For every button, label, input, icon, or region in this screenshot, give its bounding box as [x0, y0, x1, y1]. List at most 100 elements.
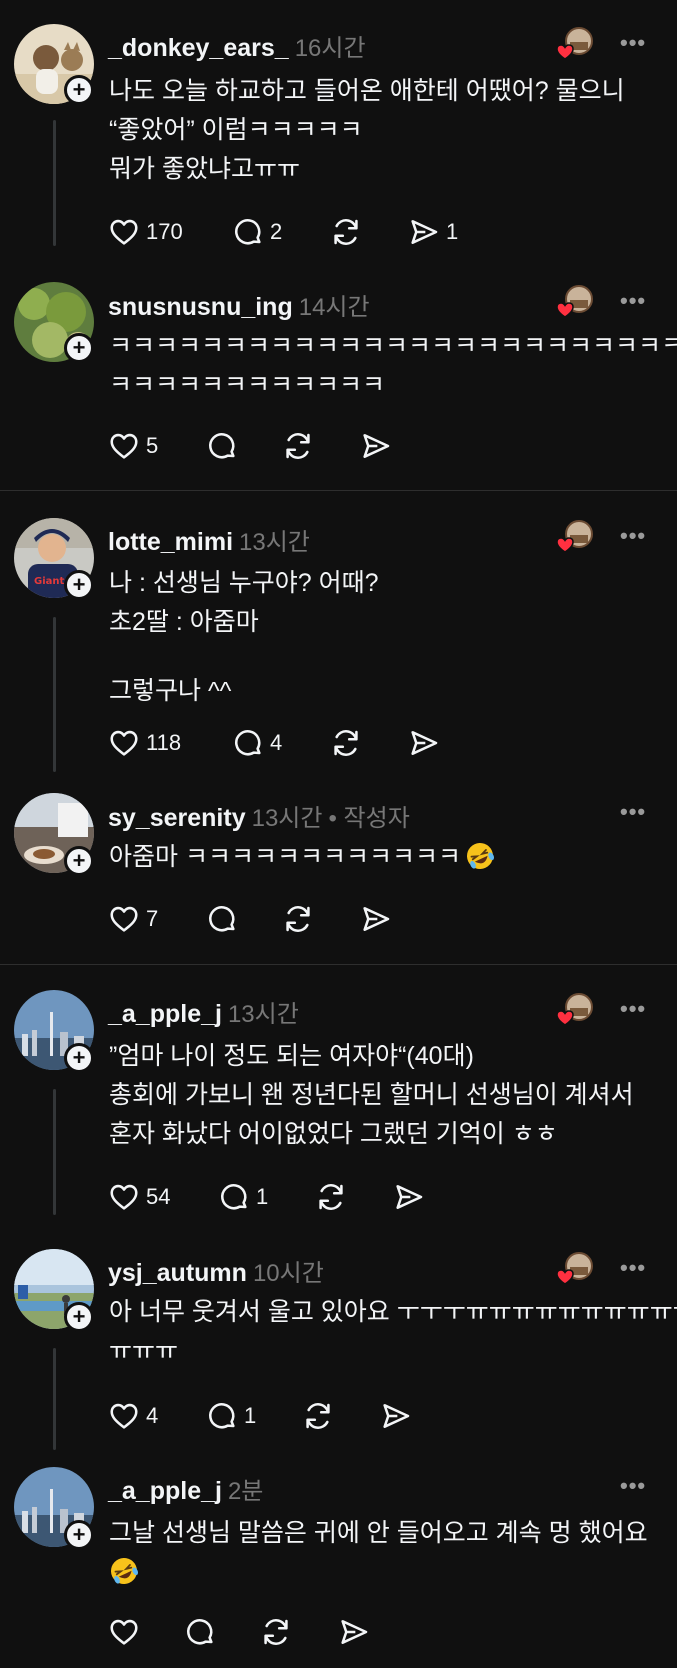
divider — [0, 964, 677, 965]
more-dots-icon[interactable]: ••• — [620, 288, 646, 314]
repost-button[interactable] — [315, 1177, 347, 1217]
post-text: 나 : 선생님 누구야? 어때? 초2딸 : 아줌마 그렇구나 ^^ — [109, 564, 649, 711]
repost-button[interactable] — [282, 426, 314, 466]
timestamp: 13시간 — [251, 805, 323, 832]
repost-button[interactable] — [330, 212, 362, 252]
repost-icon — [282, 430, 314, 462]
rofl-emoji-icon — [466, 843, 494, 869]
follow-plus-icon[interactable]: + — [64, 75, 94, 105]
repost-icon — [260, 1616, 292, 1648]
reply-button[interactable]: 1 — [206, 1396, 256, 1436]
reply-bubble-icon — [184, 1616, 216, 1648]
more-dots-icon[interactable]: ••• — [620, 30, 646, 56]
repost-icon — [330, 727, 362, 759]
reply-count: 4 — [270, 730, 283, 755]
post-text: 나도 오늘 하교하고 들어온 애한테 어땠어? 물으니 “좋았어” 이럼ㅋㅋㅋㅋ… — [109, 72, 649, 189]
text-line: 혼자 화났다 어이없었다 그랬던 기억이 ㅎㅎ — [109, 1120, 558, 1148]
repost-button[interactable] — [330, 723, 362, 763]
post-text: 아 너무 웃겨서 울고 있아요 ㅜㅜㅜㅠㅠㅠㅠㅠㅠㅠㅠㅠㅠ ㅠㅠㅠ — [109, 1293, 677, 1371]
share-count: 1 — [446, 219, 459, 244]
like-count: 5 — [146, 433, 159, 458]
text-line: ”엄마 나이 정도 되는 여자야“(40대) — [109, 1042, 474, 1070]
liked-by-author-icon — [556, 284, 594, 320]
share-icon — [360, 430, 392, 462]
like-button[interactable]: 4 — [108, 1396, 158, 1436]
rofl-emoji-icon — [111, 1558, 139, 1584]
username-row: lotte_mimi 13시간 — [108, 522, 310, 557]
share-button[interactable] — [408, 723, 440, 763]
username[interactable]: sy_serenity — [108, 804, 246, 832]
more-dots-icon[interactable]: ••• — [620, 1473, 646, 1499]
text-line: 초2딸 : 아줌마 — [109, 608, 259, 636]
username[interactable]: _donkey_ears_ — [108, 34, 289, 62]
reply-button[interactable]: 4 — [232, 723, 282, 763]
text-line-content: 아줌마 ㅋㅋㅋㅋㅋㅋㅋㅋㅋㅋㅋㅋ — [109, 843, 461, 871]
repost-icon — [302, 1400, 334, 1432]
like-count: 54 — [146, 1184, 171, 1209]
text-line — [109, 1553, 649, 1592]
liked-by-author-icon — [556, 26, 594, 62]
like-count: 170 — [146, 219, 183, 244]
text-line: 그날 선생님 말씀은 귀에 안 들어오고 계속 멍 했어요 — [109, 1519, 648, 1547]
share-button[interactable] — [360, 899, 392, 939]
username[interactable]: _a_pple_j — [108, 1477, 222, 1505]
username[interactable]: _a_pple_j — [108, 1000, 222, 1028]
follow-plus-icon[interactable]: + — [64, 846, 94, 876]
repost-button[interactable] — [260, 1612, 292, 1652]
username[interactable]: ysj_autumn — [108, 1259, 247, 1287]
reply-button[interactable]: 1 — [218, 1177, 268, 1217]
repost-icon — [330, 216, 362, 248]
username[interactable]: snusnusnu_ing — [108, 293, 293, 321]
liked-by-author-icon — [556, 1251, 594, 1287]
more-dots-icon[interactable]: ••• — [620, 523, 646, 549]
reply-button[interactable] — [184, 1612, 216, 1652]
like-button[interactable]: 54 — [108, 1177, 170, 1217]
more-dots-icon[interactable]: ••• — [620, 1255, 646, 1281]
thread-line — [53, 120, 56, 246]
reply-bubble-icon — [218, 1181, 250, 1213]
repost-button[interactable] — [302, 1396, 334, 1436]
follow-plus-icon[interactable]: + — [64, 1302, 94, 1332]
share-icon — [408, 727, 440, 759]
username-row: _a_pple_j 13시간 — [108, 994, 299, 1029]
follow-plus-icon[interactable]: + — [64, 1043, 94, 1073]
reply-button[interactable]: 2 — [232, 212, 282, 252]
follow-plus-icon[interactable]: + — [64, 1520, 94, 1550]
follow-plus-icon[interactable]: + — [64, 570, 94, 600]
like-button[interactable]: 118 — [108, 723, 181, 763]
share-button[interactable] — [360, 426, 392, 466]
thread-line — [53, 1089, 56, 1215]
text-line: ㅠㅠㅠ — [109, 1337, 179, 1365]
like-button[interactable]: 5 — [108, 426, 158, 466]
text-line: 아줌마 ㅋㅋㅋㅋㅋㅋㅋㅋㅋㅋㅋㅋ — [109, 838, 649, 877]
like-count: 118 — [146, 730, 182, 755]
like-button[interactable] — [108, 1612, 140, 1652]
share-button[interactable] — [393, 1177, 425, 1217]
text-line: 나 : 선생님 누구야? 어때? — [109, 569, 379, 597]
reply-button[interactable] — [206, 899, 238, 939]
username[interactable]: lotte_mimi — [108, 528, 233, 556]
like-button[interactable]: 170 — [108, 212, 183, 252]
timestamp: 16시간 — [294, 35, 366, 62]
text-line — [109, 642, 649, 672]
text-line: 아 너무 웃겨서 울고 있아요 ㅜㅜㅜㅠㅠㅠㅠㅠㅠㅠㅠㅠㅠ — [109, 1298, 677, 1326]
text-line: “좋았어” 이럼ㅋㅋㅋㅋㅋ — [109, 116, 363, 144]
text-line: 그렇구나 ^^ — [109, 677, 232, 705]
timestamp: 14시간 — [298, 294, 370, 321]
thread-line — [53, 617, 56, 772]
post-text: 그날 선생님 말씀은 귀에 안 들어오고 계속 멍 했어요 — [109, 1514, 649, 1592]
thread-line — [53, 1348, 56, 1450]
follow-plus-icon[interactable]: + — [64, 333, 94, 363]
like-button[interactable]: 7 — [108, 899, 158, 939]
more-dots-icon[interactable]: ••• — [620, 799, 646, 825]
heart-icon — [108, 430, 140, 462]
reply-bubble-icon — [206, 1400, 238, 1432]
liked-by-author-icon — [556, 992, 594, 1028]
repost-button[interactable] — [282, 899, 314, 939]
more-dots-icon[interactable]: ••• — [620, 996, 646, 1022]
share-button[interactable]: 1 — [408, 212, 458, 252]
share-button[interactable] — [380, 1396, 412, 1436]
text-line: 총회에 가보니 왠 정년다된 할머니 선생님이 계셔서 — [109, 1081, 634, 1109]
reply-button[interactable] — [206, 426, 238, 466]
share-button[interactable] — [338, 1612, 370, 1652]
